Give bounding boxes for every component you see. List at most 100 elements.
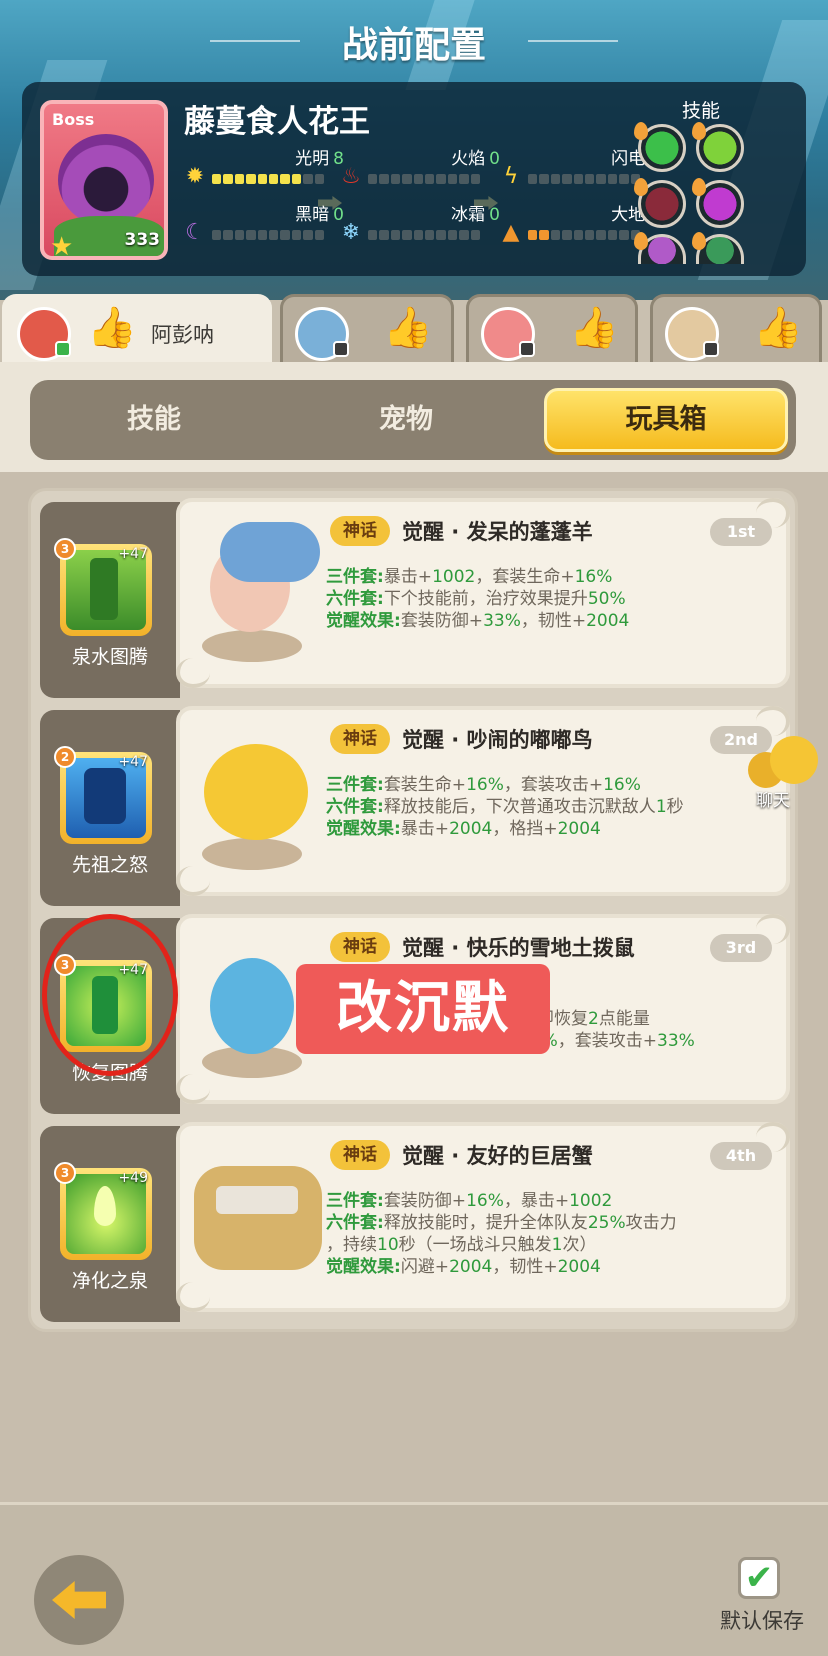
effect-value: 2004 <box>586 611 630 631</box>
element-bar-segment <box>269 230 279 240</box>
element-bar-segment <box>379 230 389 240</box>
element-fire: 火焰 0 ♨ <box>338 144 508 194</box>
effect-line: 觉醒效果:套装防御+33%，韧性+2004 <box>326 610 766 632</box>
chat-face-icon <box>770 736 818 784</box>
lightning-icon: ϟ <box>503 164 519 189</box>
effect-text: ，暴击+ <box>503 1191 570 1211</box>
back-button[interactable] <box>34 1555 124 1645</box>
element-bar-segment <box>607 230 618 240</box>
mountain-icon: ▲ <box>502 220 520 245</box>
thumbs-up-icon: 👍 <box>383 305 433 351</box>
effect-value: 10 <box>377 1235 399 1255</box>
chat-label: 聊天 <box>756 791 790 811</box>
effect-text: ，持续 <box>326 1235 377 1255</box>
element-bar-segment <box>596 230 606 240</box>
effect-value: 33% <box>483 611 521 631</box>
pet-pedestal <box>202 630 302 662</box>
toy-name: 净化之泉 <box>71 1270 148 1292</box>
tab-skill[interactable]: 技能 <box>38 388 270 452</box>
mythic-badge: 神话 <box>330 1140 390 1170</box>
effect-key: 六件套: <box>326 589 384 609</box>
effect-line: 六件套:释放技能后，下次普通攻击沉默敌人1秒 <box>326 796 766 818</box>
toy-plus-level: +47 <box>118 754 148 770</box>
element-bar-segment <box>528 174 538 184</box>
toy-icon-frame[interactable]: 3 +47 <box>54 538 152 636</box>
element-bar-segment <box>291 230 302 240</box>
effect-text: 套装生命+ <box>383 775 467 795</box>
effect-text: ，套装攻击+ <box>557 1031 658 1051</box>
effect-value: 2004 <box>449 819 493 839</box>
toy-card[interactable]: 神话 觉醒 · 友好的巨居蟹 4th 三件套:套装防御+16%，暴击+1002 … <box>176 1122 790 1312</box>
purify-spring-icon <box>66 1174 146 1254</box>
boss-info-panel: Boss ★ 333 藤蔓食人花王 光明8 ✹ 火焰0 ♨ 闪电0 ϟ 黑暗0 … <box>22 82 806 276</box>
sun-icon: ✹ <box>185 164 205 189</box>
boss-tag: Boss <box>52 110 95 129</box>
element-bar-segment <box>470 174 481 184</box>
bottom-bar: ✔ 默认保存 <box>0 1502 828 1656</box>
element-bar-segment <box>390 230 401 240</box>
tab-toybox[interactable]: 玩具箱 <box>544 388 788 452</box>
effect-line: 三件套:套装防御+16%，暴击+1002 <box>326 1190 766 1212</box>
effect-text: 套装防御+ <box>383 1191 467 1211</box>
thumbs-up-icon: 👍 <box>753 305 803 351</box>
effect-value: 16% <box>603 775 641 795</box>
default-save-label: 默认保存 <box>720 1609 804 1633</box>
totem-icon <box>66 550 146 630</box>
element-bar-segment <box>212 230 222 240</box>
effect-text: 闪避+ <box>400 1257 450 1277</box>
effect-key: 觉醒效果: <box>326 1257 401 1277</box>
toy-icon-frame[interactable]: 2 +47 <box>54 746 152 844</box>
toy-card[interactable]: 神话 觉醒 · 吵闹的嘟嘟鸟 2nd 三件套:套装生命+16%，套装攻击+16%… <box>176 706 790 896</box>
element-bar-segment <box>585 174 595 184</box>
toy-level: 3 <box>54 1162 76 1184</box>
element-bar-segment <box>368 174 378 184</box>
element-bar-segment <box>291 174 302 184</box>
player-tab-3[interactable]: 👍 <box>466 294 638 364</box>
corner-ornament <box>176 866 210 896</box>
element-bar <box>368 174 481 184</box>
boss-portrait[interactable]: Boss ★ 333 <box>40 100 168 260</box>
element-bar <box>212 230 325 240</box>
effect-text: ，套装生命+ <box>475 567 575 587</box>
effect-text: 下个技能前，治疗效果提升 <box>383 589 588 609</box>
status-badge-icon <box>519 341 535 357</box>
effect-value: 1 <box>551 1235 563 1255</box>
toy-icon-frame[interactable]: 3 +49 <box>54 1162 152 1260</box>
player-tab-2[interactable]: 👍 <box>280 294 454 364</box>
pet-pedestal <box>202 838 302 870</box>
toy-card[interactable]: 神话 觉醒 · 发呆的蓬蓬羊 1st 三件套:暴击+1002，套装生命+16% … <box>176 498 790 688</box>
flame-icon <box>634 232 648 250</box>
effect-line: 觉醒效果:闪避+2004，韧性+2004 <box>326 1256 766 1278</box>
element-bar-segment <box>413 174 424 184</box>
element-bar-segment <box>596 174 606 184</box>
thumbs-up-icon: 👍 <box>87 305 137 351</box>
player-tab-4[interactable]: 👍 <box>650 294 822 364</box>
effect-line: 三件套:暴击+1002，套装生命+16% <box>326 566 766 588</box>
default-save-checkbox[interactable]: ✔ <box>738 1557 780 1599</box>
toy-effects: 立即恢复2点能量 33%，套装攻击+33% <box>520 1008 770 1052</box>
element-bar-segment <box>246 230 256 240</box>
element-bar-segment <box>573 174 584 184</box>
rank-badge: 3rd <box>710 934 772 962</box>
toy-slot[interactable]: 3 +49 净化之泉 <box>40 1126 180 1322</box>
corner-ornament <box>176 658 210 688</box>
element-bar-segment <box>303 174 313 184</box>
element-bar-segment <box>390 174 401 184</box>
tab-pet[interactable]: 宠物 <box>290 388 522 452</box>
boss-face-image <box>58 134 154 226</box>
toy-slot[interactable]: 3 +47 泉水图腾 <box>40 502 180 698</box>
annotation-circle <box>42 914 178 1076</box>
chat-button[interactable]: 聊天 <box>748 736 818 811</box>
effect-value: 16% <box>466 1191 504 1211</box>
effect-line: 立即恢复2点能量 <box>520 1008 770 1030</box>
effect-key: 六件套: <box>326 797 384 817</box>
element-bar-segment <box>550 230 561 240</box>
player-tab-1[interactable]: 👍 阿彭呐 <box>2 294 272 368</box>
corner-ornament <box>176 1282 210 1312</box>
droplet-shape <box>94 1186 116 1226</box>
effect-text: 暴击+ <box>383 567 433 587</box>
toy-slot[interactable]: 2 +47 先祖之怒 <box>40 710 180 906</box>
element-bar-segment <box>436 174 446 184</box>
effect-value: 1002 <box>432 567 476 587</box>
element-bar-segment <box>619 174 629 184</box>
